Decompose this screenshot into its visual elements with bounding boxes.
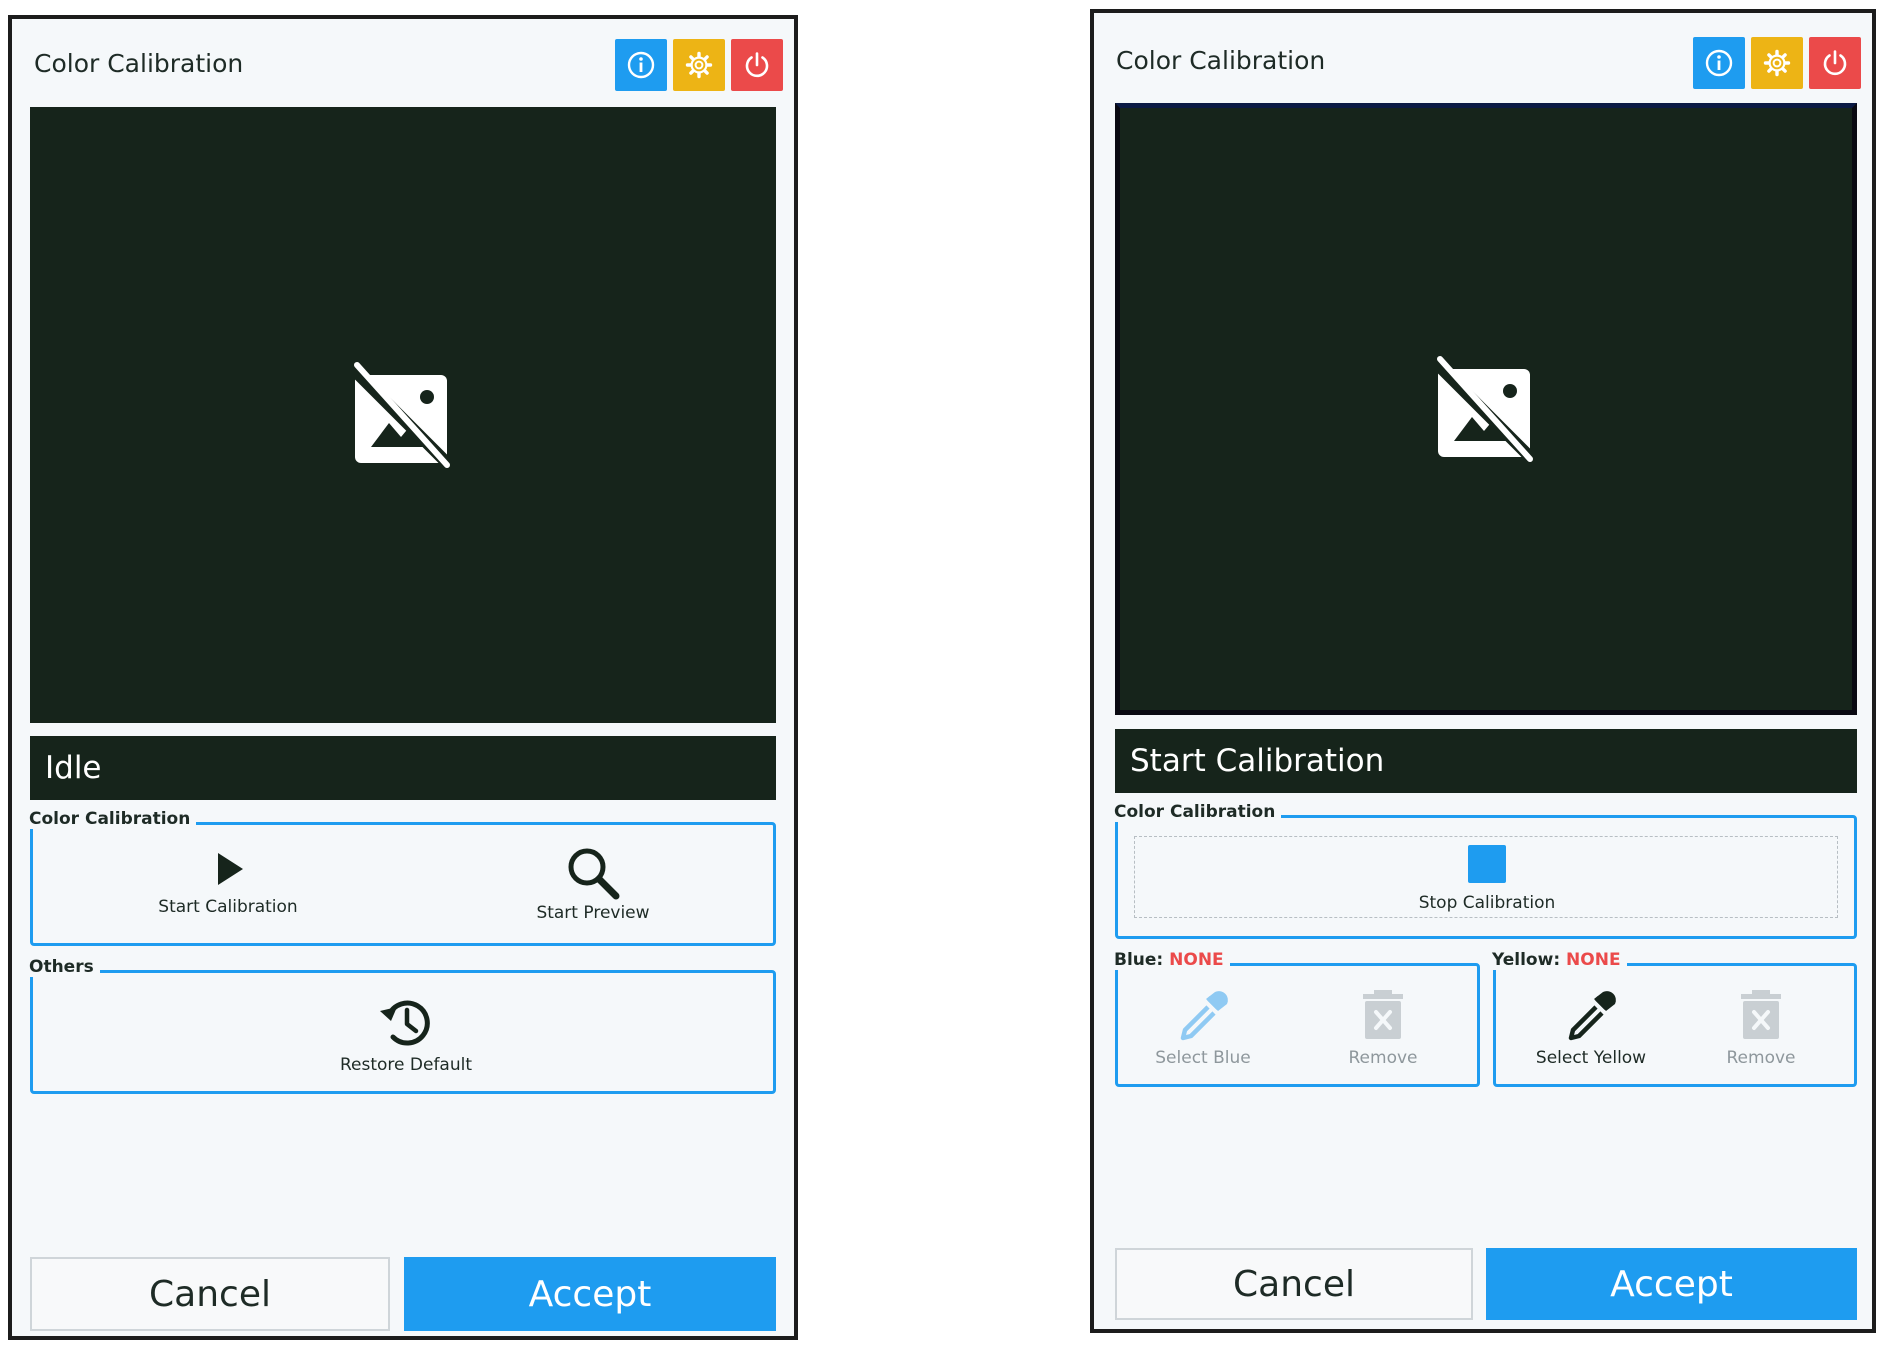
cancel-button[interactable]: Cancel <box>30 1257 390 1331</box>
group-legend: Others <box>29 957 100 977</box>
calibration-group: Color Calibration Start Calibration Star… <box>29 809 776 946</box>
cancel-button[interactable]: Cancel <box>1115 1248 1473 1320</box>
accept-button[interactable]: Accept <box>1486 1248 1857 1320</box>
button-label: Stop Calibration <box>1418 893 1556 913</box>
calibration-panel-running: Color Calibration Start Calibration Colo… <box>1090 9 1876 1333</box>
search-icon <box>568 848 620 900</box>
image-off-icon <box>1434 356 1538 463</box>
gear-icon <box>1763 49 1791 77</box>
yellow-color-group: Yellow: NONE Select Yellow Remove <box>1492 950 1857 1087</box>
group-legend: Color Calibration <box>29 809 197 829</box>
button-label: Select Yellow <box>1535 1048 1647 1068</box>
gear-icon <box>685 51 713 79</box>
eyedropper-icon <box>1180 991 1228 1041</box>
info-button[interactable] <box>1693 37 1745 89</box>
legend-value: NONE <box>1169 950 1224 970</box>
group-legend: Blue: NONE <box>1114 950 1230 970</box>
delete-icon <box>1741 990 1781 1039</box>
start-calibration-button[interactable]: Start Calibration <box>143 849 313 917</box>
calibration-panel-idle: Color Calibration Idle Color Calibration… <box>8 15 798 1340</box>
delete-icon <box>1363 990 1403 1039</box>
play-icon <box>218 853 243 885</box>
camera-preview <box>1115 103 1857 715</box>
group-legend: Yellow: NONE <box>1492 950 1627 970</box>
start-preview-button[interactable]: Start Preview <box>508 845 678 923</box>
button-label: Start Preview <box>536 903 650 923</box>
panel-title: Color Calibration <box>1116 46 1326 75</box>
status-bar: Idle <box>30 736 776 800</box>
legend-prefix: Yellow: <box>1492 950 1561 970</box>
eyedropper-icon <box>1568 991 1616 1041</box>
remove-blue-button[interactable]: Remove <box>1318 988 1448 1068</box>
status-text: Idle <box>45 750 102 786</box>
blue-color-group: Blue: NONE Select Blue Remove <box>1114 950 1480 1087</box>
button-label: Start Calibration <box>158 897 298 917</box>
cancel-label: Cancel <box>149 1273 271 1315</box>
stop-calibration-button[interactable]: Stop Calibration <box>1134 836 1838 918</box>
button-label: Restore Default <box>339 1055 473 1075</box>
power-icon <box>1823 50 1847 76</box>
button-label: Remove <box>1348 1048 1418 1068</box>
power-icon <box>745 52 769 78</box>
power-button[interactable] <box>731 39 783 91</box>
info-button[interactable] <box>615 39 667 91</box>
group-legend: Color Calibration <box>1114 802 1282 822</box>
image-off-icon <box>351 362 455 469</box>
settings-button[interactable] <box>673 39 725 91</box>
others-group: Others Restore Default <box>29 957 776 1094</box>
accept-label: Accept <box>1610 1263 1733 1305</box>
camera-preview <box>30 107 776 723</box>
settings-button[interactable] <box>1751 37 1803 89</box>
button-label: Remove <box>1726 1048 1796 1068</box>
restore-default-button[interactable]: Restore Default <box>321 993 491 1075</box>
stop-icon <box>1468 845 1506 883</box>
accept-label: Accept <box>528 1273 652 1315</box>
status-bar: Start Calibration <box>1115 729 1857 793</box>
remove-yellow-button[interactable]: Remove <box>1696 988 1826 1068</box>
select-blue-button[interactable]: Select Blue <box>1138 988 1268 1068</box>
history-icon <box>380 1000 430 1046</box>
button-label: Select Blue <box>1155 1048 1251 1068</box>
panel-title: Color Calibration <box>34 49 244 78</box>
select-yellow-button[interactable]: Select Yellow <box>1526 988 1656 1068</box>
power-button[interactable] <box>1809 37 1861 89</box>
legend-value: NONE <box>1566 950 1621 970</box>
calibration-group: Color Calibration Stop Calibration <box>1114 802 1857 939</box>
legend-prefix: Blue: <box>1114 950 1164 970</box>
accept-button[interactable]: Accept <box>404 1257 776 1331</box>
cancel-label: Cancel <box>1233 1263 1355 1305</box>
info-icon <box>1705 49 1733 77</box>
status-text: Start Calibration <box>1130 743 1385 779</box>
stop-calibration-content: Stop Calibration <box>1387 845 1587 913</box>
info-icon <box>627 51 655 79</box>
